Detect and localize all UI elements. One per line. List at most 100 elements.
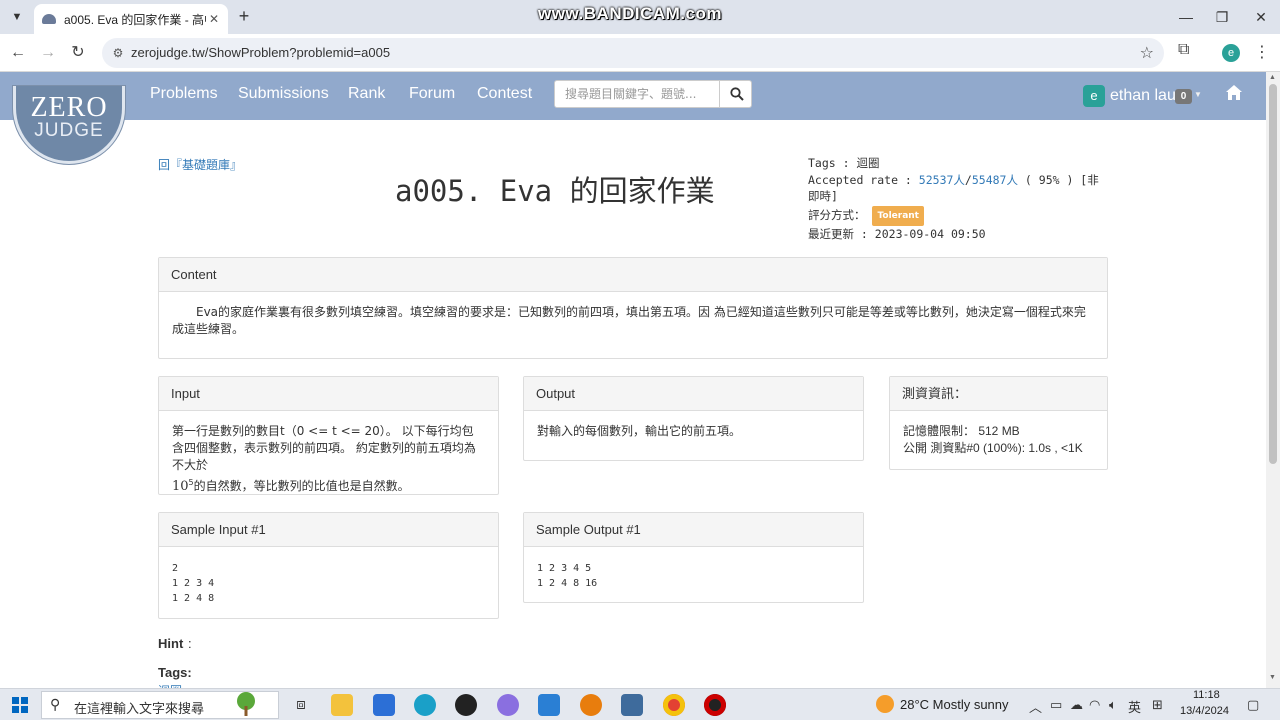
- weather-text[interactable]: 28°C Mostly sunny: [900, 697, 1009, 712]
- search-button[interactable]: [719, 80, 753, 108]
- input-heading: Input: [159, 377, 498, 411]
- ime-language-indicator[interactable]: 英: [1128, 697, 1141, 716]
- profile-avatar[interactable]: e: [1222, 44, 1240, 62]
- home-icon[interactable]: [1225, 84, 1243, 106]
- user-name[interactable]: ethan lau: [1110, 87, 1176, 105]
- sample-input-panel: Sample Input #1 2 1 2 3 4 1 2 4 8: [158, 512, 499, 619]
- meta-accepted-sep: /: [964, 172, 972, 187]
- tab-search-chevron-icon[interactable]: ▼: [6, 6, 28, 28]
- taskbar-search-icon: ⚲: [50, 696, 61, 712]
- chrome-icon[interactable]: [663, 694, 685, 716]
- meta-updated-label: 最近更新 :: [808, 227, 868, 241]
- new-tab-plus-icon[interactable]: +: [234, 6, 254, 26]
- bandicam-icon[interactable]: [704, 694, 726, 716]
- extensions-icon[interactable]: ⧉: [1178, 41, 1189, 59]
- meta-tags-row: Tags : 迴圈: [808, 155, 1108, 172]
- tree-widget-icon[interactable]: [232, 691, 260, 717]
- tray-chevron-up-icon[interactable]: ︿: [1029, 697, 1042, 716]
- cloud-tray-icon[interactable]: ☁: [1070, 697, 1083, 713]
- volume-icon[interactable]: 🔈︎: [1109, 697, 1117, 713]
- page-scrollbar[interactable]: ▲ ▼: [1266, 72, 1280, 688]
- network-tray-icon[interactable]: ▭: [1050, 697, 1062, 713]
- nav-problems[interactable]: Problems: [150, 85, 218, 103]
- back-to-category-link[interactable]: 回『基礎題庫』: [158, 156, 242, 173]
- problem-meta: Tags : 迴圈 Accepted rate : 52537人/55487人 …: [808, 155, 1108, 243]
- sample-output-panel: Sample Output #1 1 2 3 4 5 1 2 4 8 16: [523, 512, 864, 603]
- window-close-icon[interactable]: ✕: [1250, 6, 1272, 28]
- taskbar-search-placeholder: 在這裡輸入文字來搜尋: [74, 702, 205, 717]
- hint-colon: :: [188, 636, 192, 651]
- user-notification-badge[interactable]: 0: [1175, 89, 1192, 104]
- input-panel: Input 第一行是數列的數目t（0 <= t <= 20）。 以下每行均包含四…: [158, 376, 499, 495]
- nav-forum[interactable]: Forum: [409, 85, 455, 103]
- vscode-icon[interactable]: [538, 694, 560, 716]
- meta-submission-count[interactable]: 55487人: [972, 173, 1018, 187]
- blender-icon[interactable]: [580, 694, 602, 716]
- input-power-base: 10: [172, 479, 189, 494]
- testdata-info-body: 記憶體限制： 512 MB 公開 測資點#0 (100%): 1.0s , <1…: [890, 411, 1107, 469]
- input-text-1: 第一行是數列的數目t（0 <= t <= 20）。 以下每行均包含四個整數，表示…: [172, 424, 476, 472]
- browser-tab-active[interactable]: a005. Eva 的回家作業 - 高中生 ✕: [34, 4, 228, 34]
- user-menu-caret-icon[interactable]: ▼: [1194, 90, 1202, 99]
- meta-judge-label: 評分方式：: [808, 207, 866, 222]
- wifi-icon[interactable]: ◠: [1089, 697, 1100, 713]
- site-info-icon[interactable]: ⚙: [110, 45, 126, 61]
- meta-tags-label: Tags :: [808, 156, 850, 170]
- remote-desktop-icon[interactable]: [621, 694, 643, 716]
- task-view-icon[interactable]: ⧈: [290, 694, 312, 716]
- dell-icon[interactable]: [455, 694, 477, 716]
- file-explorer-icon[interactable]: [331, 694, 353, 716]
- testcase-info: 公開 測資點#0 (100%): 1.0s , <1K: [903, 441, 1083, 455]
- bookmark-star-icon[interactable]: ☆: [1140, 43, 1154, 63]
- nav-rank[interactable]: Rank: [348, 85, 385, 103]
- meta-tags-value[interactable]: 迴圈: [856, 156, 879, 170]
- taskbar-clock-time[interactable]: 11:18: [1193, 689, 1220, 701]
- maximize-icon[interactable]: ❐: [1211, 6, 1233, 28]
- windows-start-icon[interactable]: [12, 697, 28, 713]
- testdata-info-panel: 測資資訊： 記憶體限制： 512 MB 公開 測資點#0 (100%): 1.0…: [889, 376, 1108, 470]
- logo-text-zero: ZERO: [30, 92, 108, 123]
- site-search: [554, 80, 752, 108]
- windows-taskbar: ⚲ 在這裡輸入文字來搜尋 ⧈ 28°C Mostly sunny ︿ ▭ ☁ ◠…: [0, 688, 1280, 720]
- scroll-down-arrow-icon[interactable]: ▼: [1269, 674, 1276, 681]
- sample-input-code[interactable]: 2 1 2 3 4 1 2 4 8: [159, 547, 498, 606]
- meta-judge-row: 評分方式： Tolerant: [808, 205, 1108, 226]
- forward-arrow-icon[interactable]: →: [37, 42, 59, 64]
- user-avatar[interactable]: e: [1083, 85, 1105, 107]
- memory-limit: 記憶體限制： 512 MB: [903, 424, 1020, 438]
- edge-icon[interactable]: [414, 694, 436, 716]
- browser-toolbar: ← → ↻ ⚙ zerojudge.tw/ShowProblem?problem…: [0, 34, 1280, 72]
- site-search-input[interactable]: [555, 81, 719, 107]
- tab-close-icon[interactable]: ✕: [206, 12, 222, 26]
- zerojudge-favicon-icon: [42, 14, 56, 24]
- content-text: Eva的家庭作業裏有很多數列填空練習。填空練習的要求是：已知數列的前四項，填出第…: [172, 305, 1086, 336]
- browser-menu-icon[interactable]: ⋮: [1254, 42, 1270, 62]
- address-bar[interactable]: ⚙ zerojudge.tw/ShowProblem?problemid=a00…: [102, 38, 1164, 68]
- scrollbar-thumb[interactable]: [1269, 84, 1277, 464]
- problem-title: a005. Eva 的回家作業: [395, 174, 715, 208]
- ime-mode-icon[interactable]: ⊞: [1152, 697, 1163, 713]
- back-arrow-icon[interactable]: ←: [7, 42, 29, 64]
- content-panel: Content Eva的家庭作業裏有很多數列填空練習。填空練習的要求是：已知數列…: [158, 257, 1108, 359]
- reload-icon[interactable]: ↻: [67, 42, 89, 64]
- meta-accepted-label: Accepted rate :: [808, 172, 912, 187]
- meta-accepted-count[interactable]: 52537人: [919, 173, 965, 187]
- copilot-icon[interactable]: [497, 694, 519, 716]
- minimize-icon[interactable]: —: [1175, 6, 1197, 28]
- recording-watermark: www.BANDICAM.com: [538, 4, 722, 23]
- zerojudge-logo[interactable]: ZERO JUDGE: [13, 86, 125, 164]
- sample-input-heading: Sample Input #1: [159, 513, 498, 547]
- url-text[interactable]: zerojudge.tw/ShowProblem?problemid=a005: [131, 45, 390, 60]
- search-icon: [729, 87, 744, 101]
- tags-bottom-label: Tags:: [158, 665, 192, 680]
- taskbar-clock-date[interactable]: 13/4/2024: [1180, 705, 1229, 717]
- store-icon[interactable]: [373, 694, 395, 716]
- judge-type-badge: Tolerant: [872, 205, 924, 226]
- notification-icon[interactable]: ▢: [1247, 697, 1259, 713]
- nav-submissions[interactable]: Submissions: [238, 85, 329, 103]
- scroll-up-arrow-icon[interactable]: ▲: [1269, 74, 1276, 81]
- content-heading: Content: [159, 258, 1107, 292]
- sample-output-code[interactable]: 1 2 3 4 5 1 2 4 8 16: [524, 547, 863, 591]
- weather-icon[interactable]: [876, 695, 894, 713]
- nav-contest[interactable]: Contest: [477, 85, 532, 103]
